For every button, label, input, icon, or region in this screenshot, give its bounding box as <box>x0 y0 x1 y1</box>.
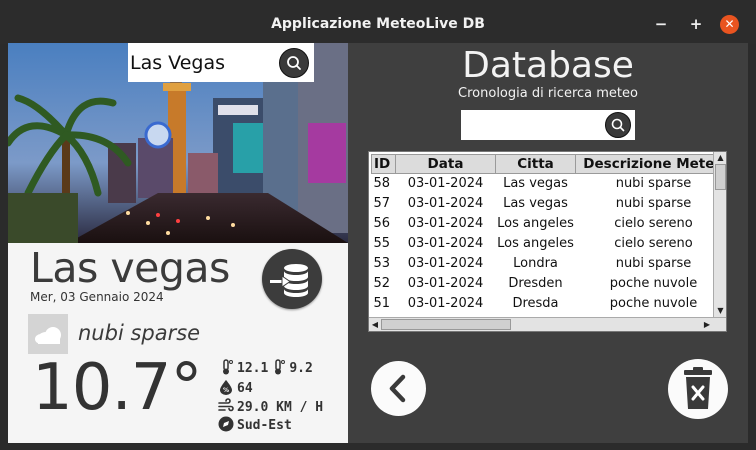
humidity-icon: % <box>220 380 232 395</box>
cell-descrizione: poche nuvole <box>609 296 698 311</box>
cell-data: 03-01-2024 <box>407 276 484 291</box>
scroll-left-icon[interactable]: ◀ <box>369 318 381 331</box>
cell-descrizione: nubi sparse <box>615 196 692 211</box>
scroll-right-icon[interactable]: ▶ <box>701 318 713 331</box>
table-row[interactable]: 52 03-01-2024 Dresden poche nuvole <box>372 274 727 294</box>
cell-id: 52 <box>373 276 391 291</box>
current-temperature: 10.7° <box>32 351 202 425</box>
window-title: Applicazione MeteoLive DB <box>271 16 485 32</box>
column-header-citta[interactable]: Citta <box>495 154 576 174</box>
compass-icon <box>218 416 234 432</box>
table-row[interactable]: 53 03-01-2024 Londra nubi sparse <box>372 254 727 274</box>
city-search-box <box>128 43 314 82</box>
search-icon <box>287 56 301 70</box>
cell-data: 03-01-2024 <box>407 296 484 311</box>
cell-id: 55 <box>373 236 391 251</box>
table-header-row: ID Data Citta Descrizione Meteo <box>371 154 726 174</box>
cell-id: 56 <box>373 216 391 231</box>
temperature-range: 12.1 9.2 <box>218 359 313 377</box>
humidity-value: 64 <box>237 381 253 396</box>
cloud-icon <box>35 327 61 344</box>
open-database-button[interactable] <box>262 249 322 309</box>
svg-text:%: % <box>223 387 229 394</box>
cell-descrizione: nubi sparse <box>615 176 692 192</box>
weather-condition-text: nubi sparse <box>78 321 201 345</box>
history-search-button[interactable] <box>605 112 631 138</box>
delete-history-button[interactable] <box>668 359 728 419</box>
database-import-icon <box>270 264 308 297</box>
cell-citta: Las vegas <box>503 196 568 211</box>
wind-direction-value: Sud-Est <box>237 418 292 433</box>
title-bar: Applicazione MeteoLive DB − + ✕ <box>0 0 756 44</box>
weather-panel: Las vegas Mer, 03 Gennaio 2024 nubi spar… <box>8 43 348 443</box>
table-row[interactable]: 55 03-01-2024 Los angeles cielo sereno <box>372 234 727 254</box>
cell-data: 03-01-2024 <box>407 196 484 211</box>
cell-id: 58 <box>373 176 391 192</box>
city-name: Las vegas <box>30 244 230 292</box>
city-search-input[interactable] <box>128 43 276 82</box>
cell-id: 57 <box>373 196 391 211</box>
cell-data: 03-01-2024 <box>407 216 484 231</box>
minimize-button[interactable]: − <box>651 14 671 34</box>
wind-icon <box>218 398 234 412</box>
close-button[interactable]: ✕ <box>720 15 739 34</box>
temp-min-value: 9.2 <box>289 361 313 376</box>
back-button[interactable] <box>371 361 426 416</box>
database-title: Database <box>462 45 634 86</box>
column-header-id[interactable]: ID <box>371 154 396 174</box>
cell-id: 53 <box>373 256 391 271</box>
history-search-box <box>461 110 635 140</box>
cell-citta: Las vegas <box>503 176 568 192</box>
thermometer-low-icon <box>275 359 286 375</box>
cell-descrizione: cielo sereno <box>614 216 693 231</box>
wind-stat: 29.0 KM / H <box>218 398 323 416</box>
temp-max-value: 12.1 <box>237 361 269 376</box>
column-header-data[interactable]: Data <box>395 154 496 174</box>
table-row[interactable]: 57 03-01-2024 Las vegas nubi sparse <box>372 194 727 214</box>
cell-citta: Los angeles <box>497 236 574 251</box>
cell-descrizione: nubi sparse <box>615 256 692 271</box>
trash-icon <box>684 367 712 409</box>
thermometer-high-icon <box>223 359 233 375</box>
cell-id: 51 <box>373 296 391 311</box>
humidity-stat: % 64 <box>218 379 253 397</box>
scroll-up-icon[interactable]: ▲ <box>714 152 726 164</box>
cell-descrizione: poche nuvole <box>609 276 698 291</box>
cell-citta: Londra <box>513 256 558 271</box>
cell-citta: Dresden <box>508 276 563 291</box>
maximize-button[interactable]: + <box>686 14 706 34</box>
chevron-left-icon <box>389 374 406 403</box>
vertical-scroll-thumb[interactable] <box>715 164 726 190</box>
cell-descrizione: cielo sereno <box>614 236 693 251</box>
city-date: Mer, 03 Gennaio 2024 <box>30 290 164 304</box>
cell-citta: Los angeles <box>497 216 574 231</box>
history-table-grid: ID Data Citta Descrizione Meteo 58 03-01… <box>371 154 727 314</box>
table-row[interactable]: 58 03-01-2024 Las vegas nubi sparse <box>372 174 727 194</box>
horizontal-scroll-thumb[interactable] <box>381 319 511 330</box>
cell-citta: Dresda <box>512 296 559 311</box>
scroll-down-icon[interactable]: ▼ <box>714 305 726 317</box>
cell-data: 03-01-2024 <box>407 256 484 271</box>
table-row[interactable]: 51 03-01-2024 Dresda poche nuvole <box>372 294 727 314</box>
city-search-button[interactable] <box>279 48 309 78</box>
database-panel: Database Cronologia di ricerca meteo ID … <box>348 43 748 443</box>
history-search-input[interactable] <box>461 110 601 140</box>
wind-direction-stat: Sud-Est <box>218 416 292 434</box>
search-icon <box>611 118 625 132</box>
table-row[interactable]: 56 03-01-2024 Los angeles cielo sereno <box>372 214 727 234</box>
weather-condition-icon <box>28 314 68 354</box>
vertical-scrollbar[interactable]: ▲ ▼ <box>713 152 726 318</box>
cell-data: 03-01-2024 <box>407 176 484 192</box>
history-table: ID Data Citta Descrizione Meteo 58 03-01… <box>368 151 727 332</box>
database-subtitle: Cronologia di ricerca meteo <box>458 86 638 101</box>
cell-data: 03-01-2024 <box>407 236 484 251</box>
column-header-descrizione[interactable]: Descrizione Meteo <box>575 154 726 174</box>
wind-value: 29.0 KM / H <box>237 400 324 415</box>
horizontal-scrollbar[interactable]: ◀ ▶ <box>369 317 726 331</box>
